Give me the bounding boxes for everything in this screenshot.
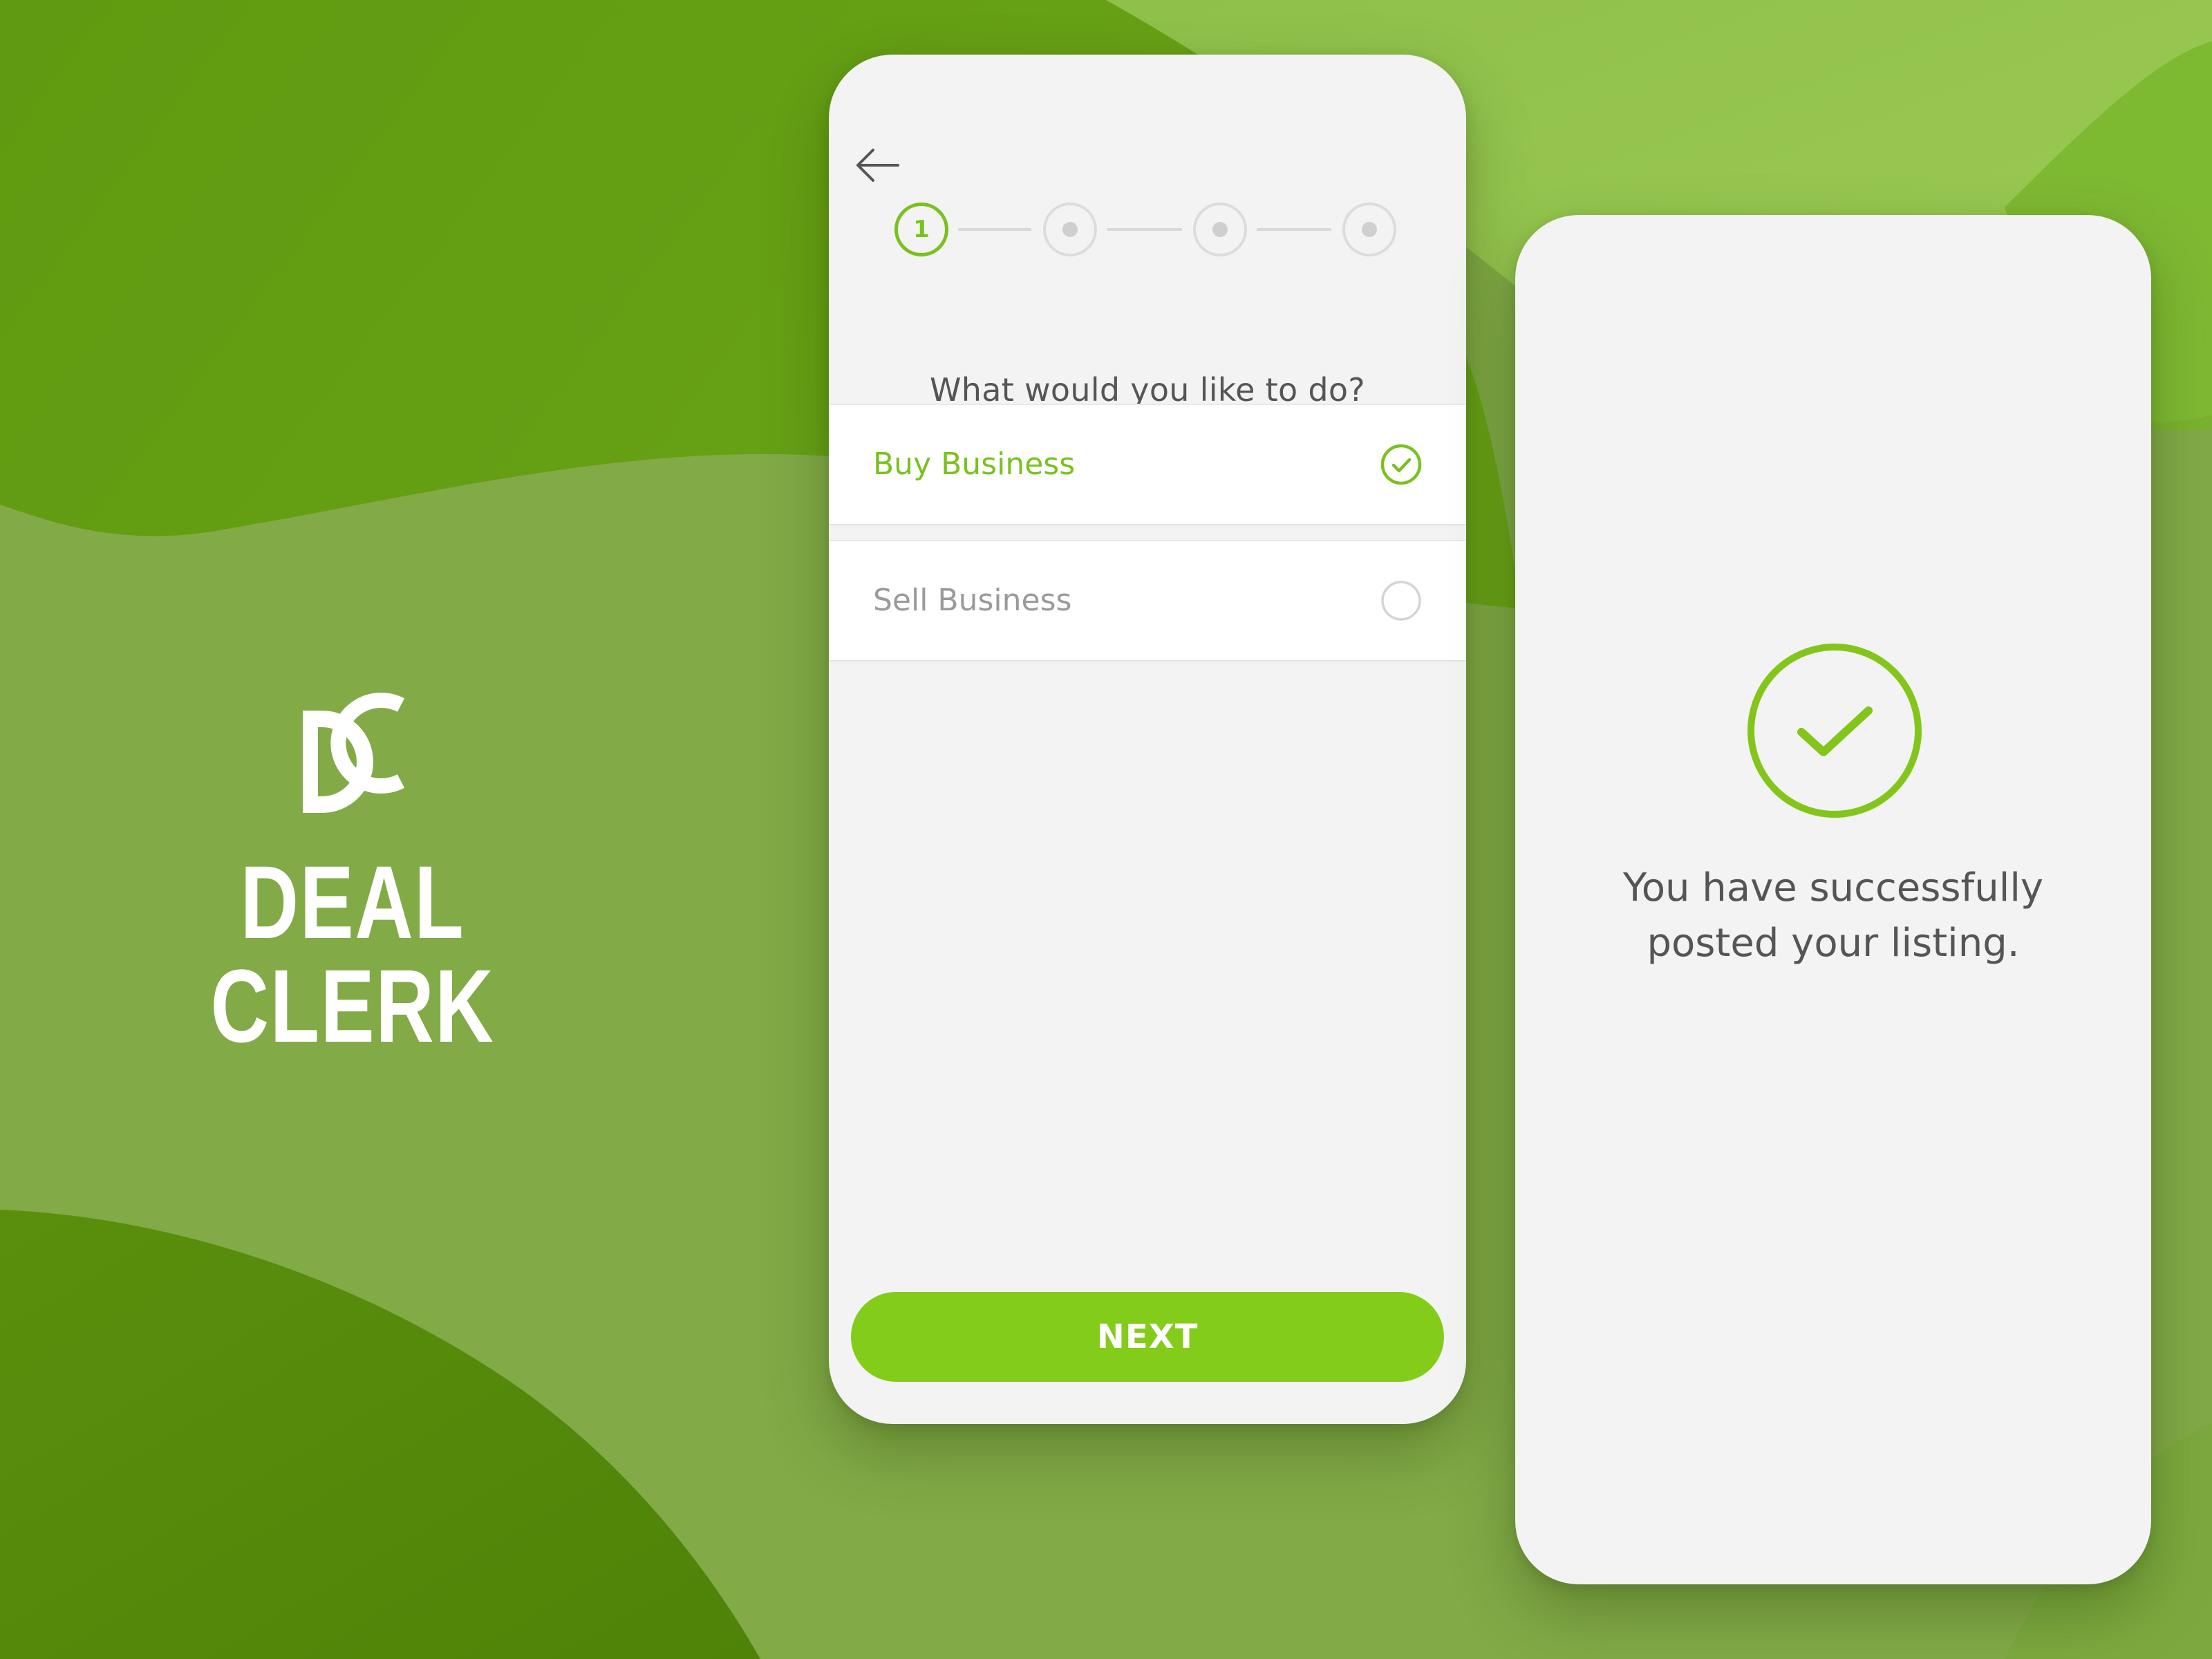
- arrow-left-icon[interactable]: [850, 138, 905, 193]
- option-buy-business[interactable]: Buy Business: [829, 404, 1466, 525]
- step-2-indicator: [1043, 203, 1097, 256]
- brand-block: DEAL CLERK: [97, 677, 608, 1058]
- success-line-1: You have successfully: [1622, 865, 2044, 910]
- step-connector: [1107, 228, 1182, 231]
- step-1-label: 1: [913, 216, 930, 243]
- next-button[interactable]: NEXT: [851, 1292, 1444, 1382]
- radio-empty-icon: [1381, 581, 1421, 621]
- step-3-indicator: [1193, 203, 1247, 256]
- step-connector: [958, 228, 1031, 231]
- progress-stepper: 1: [894, 203, 1396, 265]
- deal-clerk-logo: [303, 693, 405, 813]
- option-label: Buy Business: [873, 447, 1076, 482]
- question-heading: What would you like to do?: [930, 371, 1365, 409]
- success-screen: You have successfully posted your listin…: [1515, 215, 2151, 1584]
- step-4-indicator: [1342, 203, 1396, 256]
- brand-name: DEAL CLERK: [210, 844, 495, 1064]
- step-connector: [1257, 228, 1331, 231]
- check-circle-icon: [1747, 644, 1922, 818]
- check-circle-icon: [1380, 444, 1422, 485]
- wizard-screen: 1 What would you like to do? Buy Busines…: [829, 55, 1466, 1424]
- success-message: You have successfully posted your listin…: [1557, 861, 2110, 971]
- step-1-indicator: 1: [894, 203, 948, 256]
- option-sell-business[interactable]: Sell Business: [829, 540, 1466, 662]
- option-label: Sell Business: [873, 583, 1072, 618]
- success-line-2: posted your listing.: [1647, 921, 2020, 966]
